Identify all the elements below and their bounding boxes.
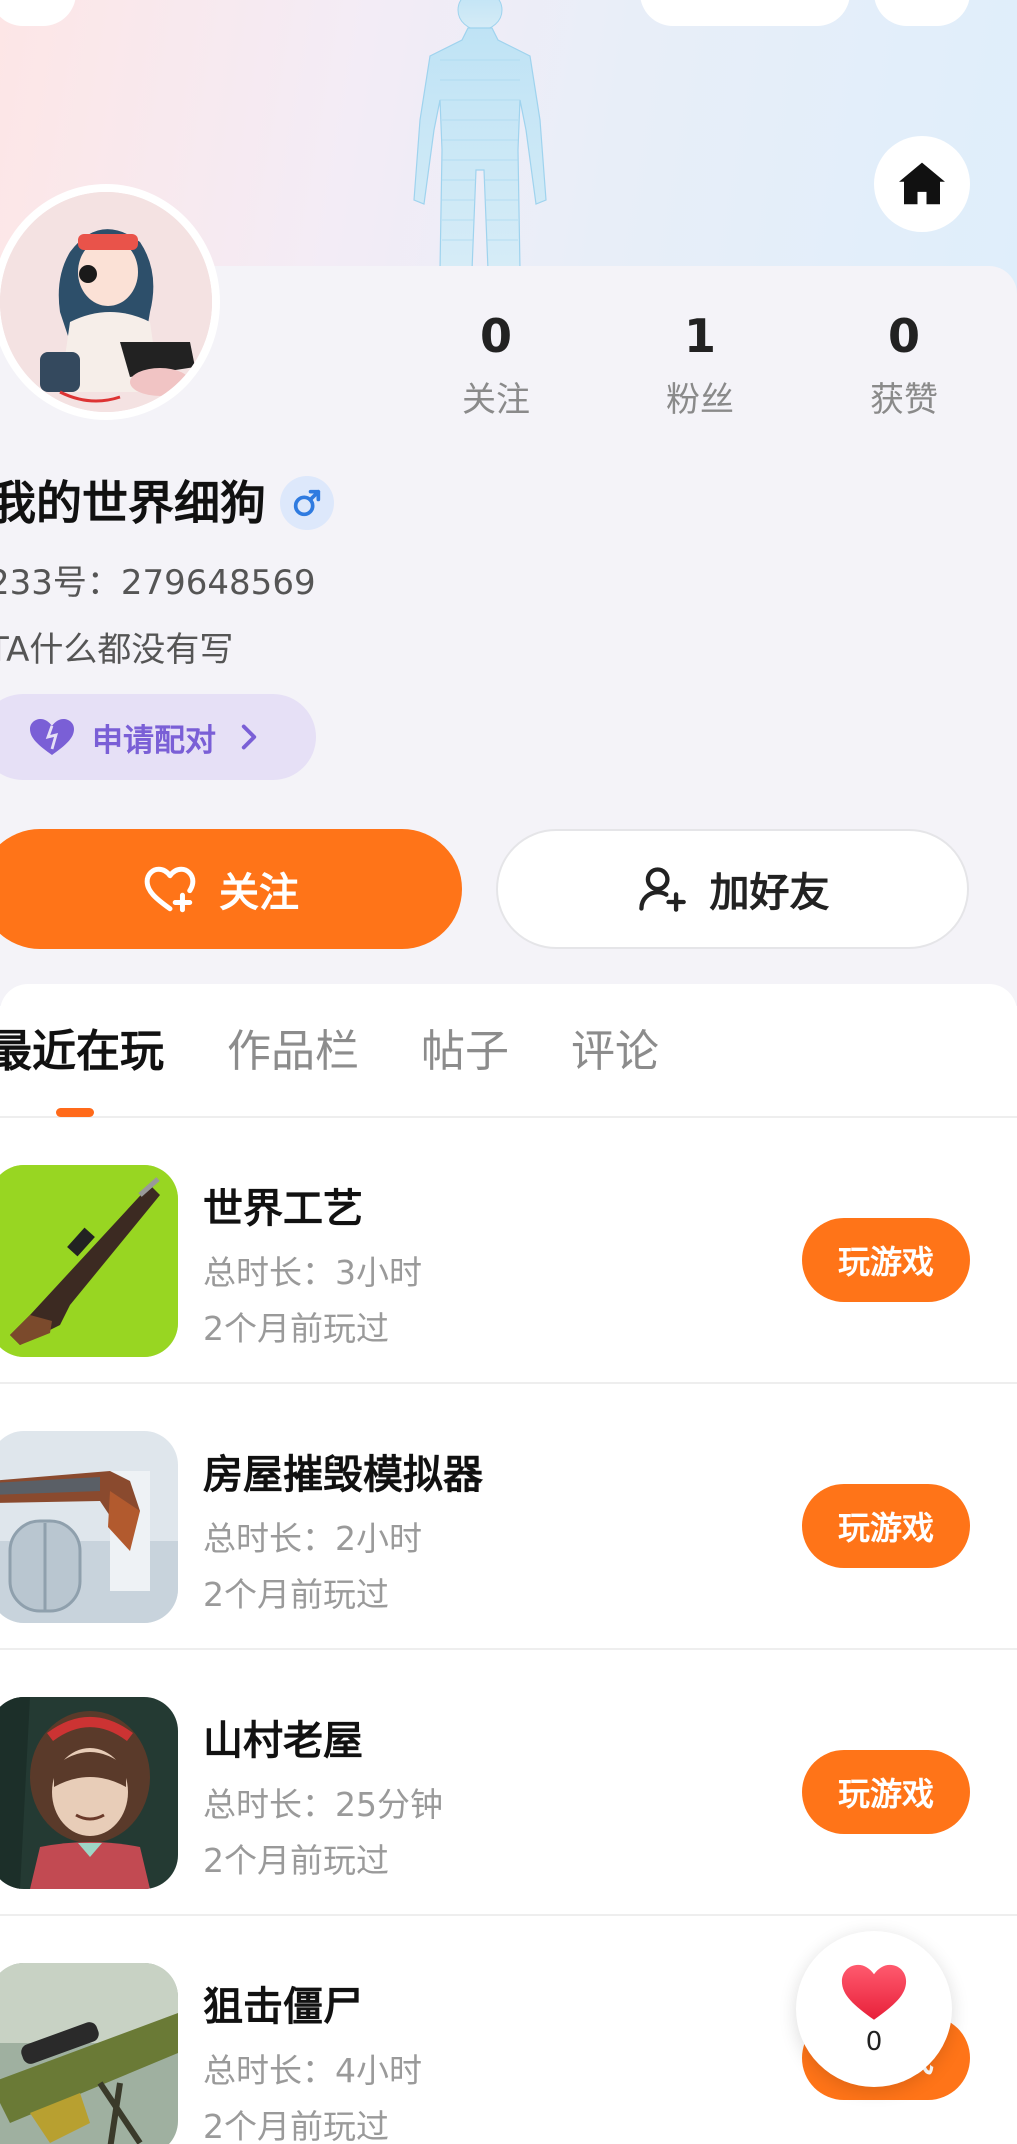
home-button[interactable] (874, 136, 970, 232)
user-plus-icon (638, 867, 686, 912)
add-friend-label: 加好友 (709, 870, 830, 916)
tab-comments[interactable]: 评论 (571, 1022, 659, 1082)
like-floating-button[interactable]: 0 (796, 1931, 952, 2087)
profile-name-row: 我的世界细狗 (0, 470, 334, 536)
play-game-button[interactable]: 玩游戏 (802, 1484, 970, 1568)
user-avatar[interactable] (0, 184, 220, 420)
active-tab-indicator (56, 1108, 94, 1117)
red-heart-icon (841, 1964, 907, 2020)
game-list-item[interactable]: 山村老屋 总时长：25分钟 2个月前玩过 玩游戏 (0, 1650, 1017, 1916)
stat-fans[interactable]: 1 粉丝 (630, 310, 770, 421)
game-duration: 总时长：2小时 (203, 1519, 422, 1558)
stat-likes-count: 0 (887, 309, 920, 363)
gender-badge (280, 476, 334, 530)
apply-pair-button[interactable]: 申请配对 (0, 694, 316, 780)
game-duration: 总时长：3小时 (203, 1253, 422, 1292)
avatar-image (0, 192, 212, 412)
stat-fans-count: 1 (683, 309, 716, 363)
tab-works[interactable]: 作品栏 (227, 1022, 359, 1082)
stat-fans-label: 粉丝 (666, 380, 734, 420)
game-last-played: 2个月前玩过 (203, 1575, 389, 1614)
top-right-button[interactable] (874, 0, 970, 26)
game-icon-village-house (0, 1697, 178, 1889)
purple-heart-icon (30, 719, 74, 755)
top-action-pill[interactable] (640, 0, 850, 26)
play-game-button[interactable]: 玩游戏 (802, 1218, 970, 1302)
game-last-played: 2个月前玩过 (203, 2107, 389, 2144)
game-icon-house-destruction (0, 1431, 178, 1623)
top-left-button[interactable] (0, 0, 76, 26)
stat-following-count: 0 (479, 309, 512, 363)
follow-label: 关注 (219, 870, 299, 916)
home-icon (899, 162, 945, 205)
stat-following[interactable]: 0 关注 (426, 310, 566, 421)
tab-posts[interactable]: 帖子 (421, 1022, 509, 1082)
tab-recent-games[interactable]: 最近在玩 (0, 1022, 164, 1082)
game-list-item[interactable]: 房屋摧毁模拟器 总时长：2小时 2个月前玩过 玩游戏 (0, 1384, 1017, 1650)
user-bio: TA什么都没有写 (0, 630, 234, 670)
stat-likes[interactable]: 0 获赞 (834, 310, 974, 421)
user-id: 233号：279648569 (0, 563, 316, 603)
add-friend-button[interactable]: 加好友 (496, 829, 969, 949)
game-list-item[interactable]: 世界工艺 总时长：3小时 2个月前玩过 玩游戏 (0, 1118, 1017, 1384)
heart-plus-icon (144, 866, 196, 913)
play-game-button[interactable]: 玩游戏 (802, 1750, 970, 1834)
chevron-right-icon (241, 724, 257, 750)
avatar-figure-illustration (413, 0, 547, 270)
game-title: 狙击僵尸 (203, 1984, 363, 2030)
follow-button[interactable]: 关注 (0, 829, 462, 949)
male-symbol-icon (293, 489, 321, 517)
game-last-played: 2个月前玩过 (203, 1841, 389, 1880)
game-title: 山村老屋 (203, 1718, 363, 1764)
game-duration: 总时长：25分钟 (203, 1785, 443, 1824)
profile-tabs: 最近在玩 作品栏 帖子 评论 (0, 984, 1017, 1118)
username: 我的世界细狗 (0, 476, 266, 530)
stat-following-label: 关注 (462, 380, 530, 420)
game-icon-world-craft (0, 1165, 178, 1357)
game-icon-sniper-zombie (0, 1963, 178, 2144)
game-duration: 总时长：4小时 (203, 2051, 422, 2090)
game-title: 房屋摧毁模拟器 (203, 1452, 483, 1498)
apply-pair-label: 申请配对 (92, 722, 216, 759)
like-count: 0 (865, 2027, 883, 2057)
game-last-played: 2个月前玩过 (203, 1309, 389, 1348)
game-title: 世界工艺 (203, 1186, 363, 1232)
stat-likes-label: 获赞 (870, 380, 938, 420)
